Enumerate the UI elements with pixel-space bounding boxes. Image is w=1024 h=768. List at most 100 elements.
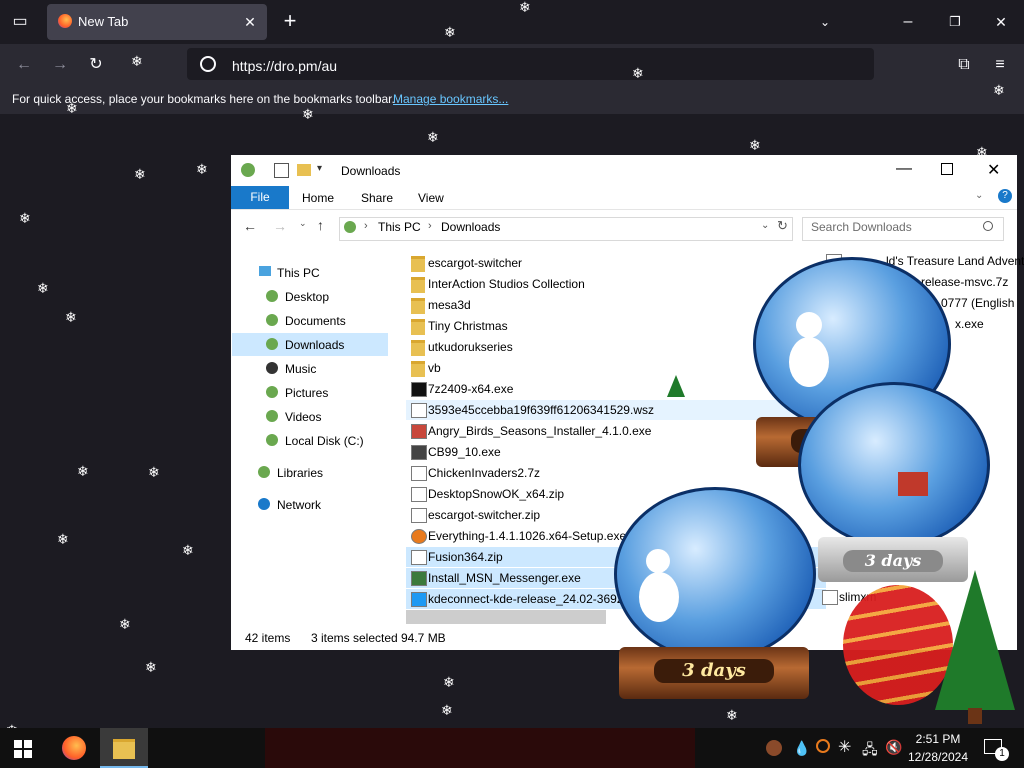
snowflake-icon: ❄ [66,100,78,116]
tab-title: New Tab [78,14,129,29]
snowflake-icon: ❄ [444,24,456,40]
clock-date[interactable]: 12/28/2024 [900,750,976,764]
exe-file-icon [411,445,427,460]
nav-item-local-disk[interactable]: Local Disk (C:) [285,434,364,448]
file-icon [411,403,427,418]
tab-overview-icon[interactable]: ▭ [10,12,30,32]
tree-trunk-icon [968,708,982,724]
minimize-icon[interactable]: – [898,12,918,32]
explorer-forward-icon[interactable]: → [273,218,287,234]
ribbon-tab-share[interactable]: Share [361,191,393,205]
file-name: Everything-1.4.1.1026.x64-Setup.exe [428,529,627,543]
reload-icon[interactable]: ↻ [86,55,106,75]
network-tray-icon[interactable]: 🖧 [862,739,878,763]
file-name: mesa3d [428,298,471,312]
forward-icon[interactable]: → [50,55,70,75]
nav-item-downloads[interactable]: Downloads [285,338,344,352]
windows-logo-icon [14,740,22,748]
url-text[interactable]: https://dro.pm/au [232,58,337,74]
tray-droplet-icon[interactable]: 💧 [793,740,810,757]
desktop-nav-icon [266,290,278,302]
help-icon[interactable]: ? [998,189,1012,203]
clock-time[interactable]: 2:51 PM [900,732,976,746]
new-tab-icon[interactable]: + [279,10,301,32]
ribbon-tabs [231,185,1017,210]
file-name: CB99_10.exe [428,445,501,459]
nav-item-documents[interactable]: Documents [285,314,346,328]
properties-icon[interactable] [274,163,289,178]
taskbar-background-art [265,728,695,768]
folder-icon [411,298,425,314]
list-tabs-icon[interactable]: ⌄ [815,12,835,32]
nav-item-desktop[interactable]: Desktop [285,290,329,304]
globe-glass [614,487,816,661]
nav-item-videos[interactable]: Videos [285,410,321,424]
documents-nav-icon [266,314,278,326]
search-placeholder[interactable]: Search Downloads [811,220,912,234]
file-name: utkudorukseries [428,340,513,354]
search-magnifier-icon [983,221,993,231]
ribbon-tab-home[interactable]: Home [302,191,334,205]
windows-logo-icon [24,750,32,758]
snow-tray-icon[interactable]: ✳ [838,737,851,757]
restore-icon[interactable]: ❐ [945,12,965,32]
videos-nav-icon [266,410,278,422]
explorer-back-icon[interactable]: ← [243,218,257,234]
extensions-icon[interactable]: ⧉ [954,55,974,75]
snowflake-icon: ❄ [302,106,314,122]
folder-icon [411,319,425,335]
firefox-taskbar-icon[interactable] [62,736,86,760]
breadcrumb-downloads[interactable]: Downloads [441,220,500,234]
explorer-maximize-icon[interactable] [941,163,953,175]
file-name: escargot-switcher.zip [428,508,541,522]
breadcrumb-separator-icon: › [364,220,368,232]
window-title: Downloads [341,164,401,178]
file-name: InterAction Studios Collection [428,277,585,291]
snowflake-icon: ❄ [182,542,194,558]
globe-glass [798,382,990,548]
close-window-icon[interactable]: ✕ [991,12,1011,32]
breadcrumb-separator-icon: › [428,220,432,232]
manage-bookmarks-link[interactable]: Manage bookmarks... [393,92,508,106]
horizontal-scrollbar[interactable] [406,610,606,624]
everything-tray-icon[interactable] [816,739,830,753]
back-icon[interactable]: ← [14,55,34,75]
folder-icon[interactable] [297,164,311,176]
explorer-close-icon[interactable]: ✕ [987,160,1000,180]
nav-item-pictures[interactable]: Pictures [285,386,328,400]
archive-file-icon [411,508,427,523]
file-name: DesktopSnowOK_x64.zip [428,487,565,501]
nav-item-libraries[interactable]: Libraries [277,466,323,480]
close-tab-icon[interactable]: ✕ [240,12,260,32]
ribbon-tab-file[interactable]: File [231,186,289,209]
everything-search-icon [411,529,427,544]
nav-item-music[interactable]: Music [285,362,316,376]
address-dropdown-icon[interactable]: ⌄ [761,220,769,231]
ribbon-expand-icon[interactable]: ⌄ [975,190,983,201]
snowman-body-icon [789,337,829,387]
ribbon-tab-view[interactable]: View [418,191,444,205]
start-button[interactable] [14,740,32,758]
snowflake-icon: ❄ [632,65,644,81]
quick-access-dropdown-icon[interactable]: ▾ [317,163,322,174]
tray-app-icon[interactable] [766,740,782,756]
refresh-icon[interactable]: ↻ [777,218,788,234]
up-folder-icon[interactable]: ↑ [317,217,324,233]
angry-birds-icon [411,424,427,439]
file-name: ChickenInvaders2.7z [428,466,541,480]
file-name: kdeconnect-kde-release_24.02-3692 [428,592,624,606]
snowflake-icon: ❄ [119,616,131,632]
snowflake-icon: ❄ [976,144,988,160]
this-pc-icon [344,221,356,233]
7zip-file-icon [411,382,427,397]
explorer-minimize-icon[interactable]: — [896,160,912,178]
breadcrumb-this-pc[interactable]: This PC [378,220,421,234]
recent-locations-icon[interactable]: ⌄ [299,218,307,229]
list-item[interactable] [822,590,838,605]
file-name: x.exe [955,317,984,331]
snowflake-icon: ❄ [749,137,761,153]
nav-item-network[interactable]: Network [277,498,321,512]
folder-icon [411,256,425,272]
nav-item-this-pc[interactable]: This PC [277,266,320,280]
menu-icon[interactable]: ≡ [990,55,1010,75]
